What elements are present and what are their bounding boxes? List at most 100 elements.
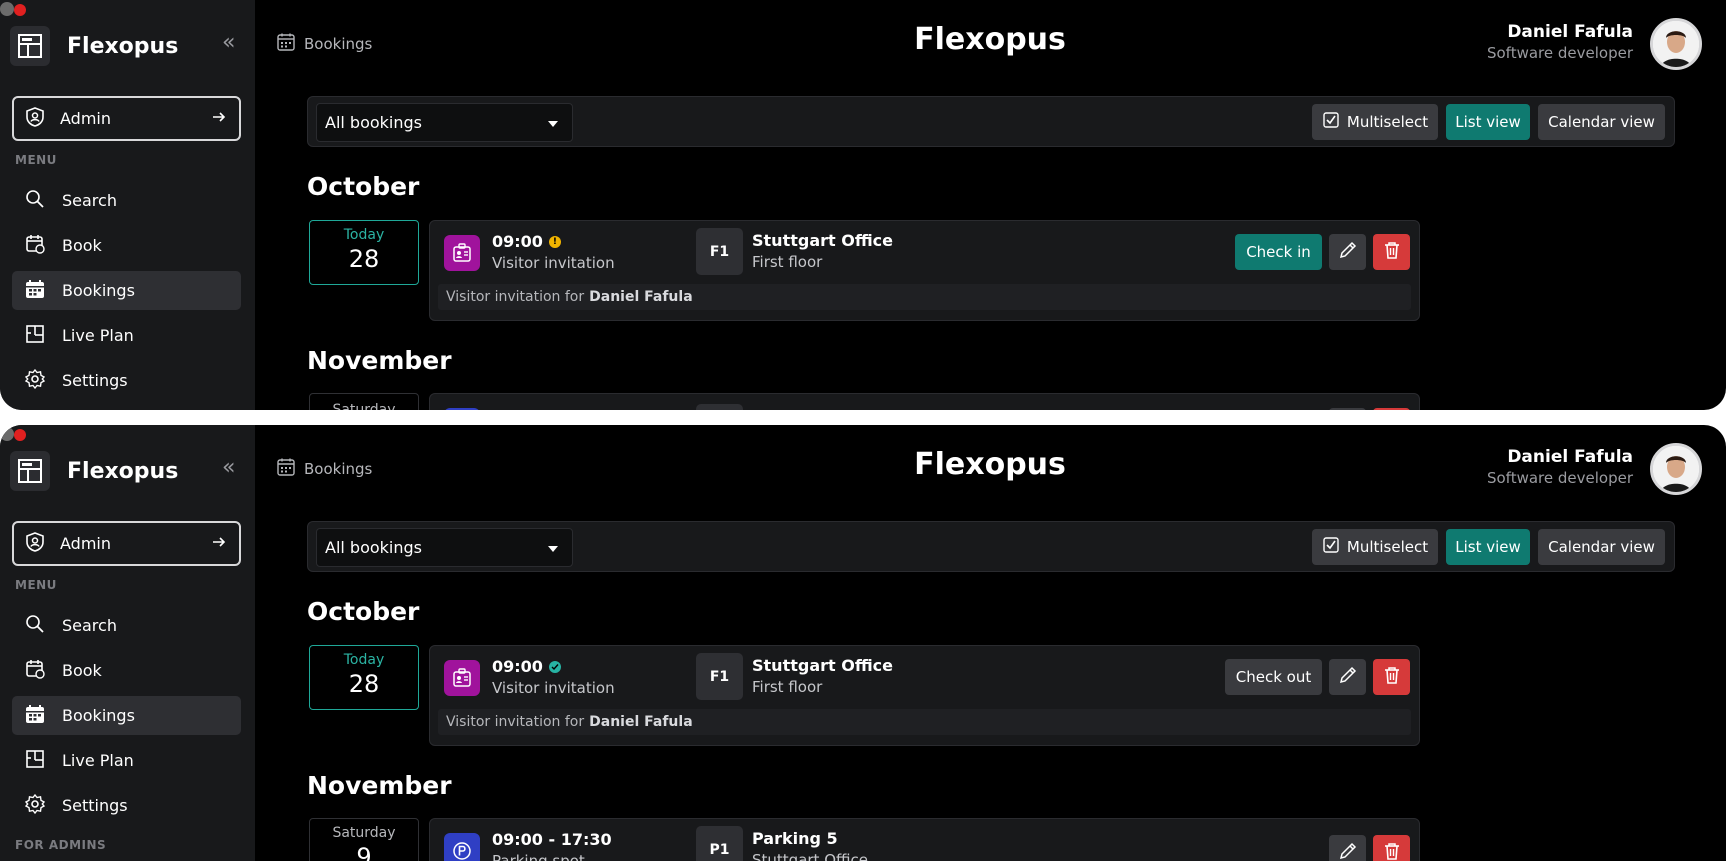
- user-name: Daniel Fafula: [1507, 447, 1633, 467]
- booking-time: 09:00 !: [492, 232, 561, 251]
- breadcrumb[interactable]: Bookings: [276, 457, 372, 481]
- booking-time-text: 09:00: [492, 657, 543, 676]
- sidebar-item-label: Live Plan: [62, 751, 134, 770]
- location-badge: P1: [696, 826, 743, 861]
- booking-card[interactable]: [429, 393, 1420, 410]
- date-number: 28: [348, 670, 380, 698]
- trash-icon: [1382, 665, 1402, 689]
- admin-button[interactable]: Admin: [12, 521, 241, 566]
- gear-icon: [24, 368, 46, 394]
- collapse-sidebar-icon[interactable]: «: [222, 457, 235, 479]
- delete-button[interactable]: [1373, 835, 1410, 861]
- check-out-button[interactable]: Check out: [1225, 659, 1322, 695]
- brand[interactable]: Flexopus: [10, 451, 178, 491]
- filter-value: All bookings: [325, 113, 422, 132]
- edit-button[interactable]: [1329, 408, 1366, 410]
- sidebar-item-label: Search: [62, 191, 117, 210]
- shield-user-icon: [24, 531, 46, 557]
- sidebar-item-live-plan[interactable]: Live Plan: [12, 316, 241, 355]
- user-info[interactable]: Daniel Fafula Software developer: [1487, 22, 1633, 62]
- search-icon: [24, 613, 46, 639]
- location-badge: F1: [696, 228, 743, 275]
- sidebar: Flexopus « Admin MENU Search Book Bookin…: [0, 425, 255, 861]
- sidebar-item-search[interactable]: Search: [12, 181, 241, 220]
- bookings-filter-select[interactable]: All bookings: [316, 528, 573, 567]
- multiselect-button[interactable]: Multiselect: [1312, 529, 1438, 565]
- admin-button[interactable]: Admin: [12, 96, 241, 141]
- chevron-down-icon: [548, 121, 558, 127]
- chevron-down-icon: [548, 546, 558, 552]
- sidebar-item-settings[interactable]: Settings: [12, 786, 241, 825]
- location-name: Parking 5: [752, 829, 838, 848]
- avatar[interactable]: [1650, 18, 1702, 70]
- window-close-dot[interactable]: [14, 429, 26, 441]
- page-title: Flexopus: [914, 447, 1066, 482]
- visitor-badge-icon: [444, 660, 480, 696]
- window-close-dot[interactable]: [14, 4, 26, 16]
- checkbox-icon: [1322, 111, 1340, 133]
- booking-note: Visitor invitation for Daniel Fafula: [438, 284, 1411, 310]
- booking-card[interactable]: 09:00 - 17:30 Parking spot P1 Parking 5 …: [429, 818, 1420, 861]
- arrow-right-icon: [211, 109, 227, 129]
- sidebar-item-label: Live Plan: [62, 326, 134, 345]
- list-view-button[interactable]: List view: [1446, 529, 1530, 565]
- user-info[interactable]: Daniel Fafula Software developer: [1487, 447, 1633, 487]
- breadcrumb-label: Bookings: [304, 460, 373, 478]
- collapse-sidebar-icon[interactable]: «: [222, 32, 235, 54]
- calendar-plus-icon: [24, 233, 46, 259]
- calendar-view-button[interactable]: Calendar view: [1538, 104, 1665, 140]
- avatar[interactable]: [1650, 443, 1702, 495]
- edit-button[interactable]: [1329, 234, 1366, 270]
- edit-button[interactable]: [1329, 659, 1366, 695]
- delete-button[interactable]: [1373, 408, 1410, 410]
- sidebar-item-settings[interactable]: Settings: [12, 361, 241, 400]
- parking-icon: [444, 833, 480, 861]
- app-window-after: Flexopus « Admin MENU Search Book Bookin…: [0, 425, 1726, 861]
- booking-card[interactable]: 09:00 Visitor invitation F1 Stuttgart Of…: [429, 645, 1420, 746]
- sidebar-item-bookings[interactable]: Bookings: [12, 696, 241, 735]
- note-prefix: Visitor invitation for: [446, 289, 585, 305]
- edit-button[interactable]: [1329, 835, 1366, 861]
- sidebar-item-label: Search: [62, 616, 117, 635]
- date-box: Today 28: [309, 645, 419, 710]
- user-name: Daniel Fafula: [1507, 22, 1633, 42]
- check-in-button[interactable]: Check in: [1235, 234, 1322, 270]
- calendar-plus-icon: [24, 658, 46, 684]
- brand-name: Flexopus: [67, 458, 179, 484]
- calendar-view-button[interactable]: Calendar view: [1538, 529, 1665, 565]
- app-window-before: Flexopus « Admin MENU Search Book Bookin…: [0, 0, 1726, 410]
- calendar-outline-icon: [276, 32, 296, 56]
- sidebar-item-book[interactable]: Book: [12, 651, 241, 690]
- calendar-outline-icon: [276, 457, 296, 481]
- checkbox-icon: [1322, 536, 1340, 558]
- brand[interactable]: Flexopus: [10, 26, 178, 66]
- sidebar-item-search[interactable]: Search: [12, 606, 241, 645]
- breadcrumb[interactable]: Bookings: [276, 32, 372, 56]
- sidebar-item-label: Settings: [62, 796, 128, 815]
- delete-button[interactable]: [1373, 234, 1410, 270]
- delete-button[interactable]: [1373, 659, 1410, 695]
- sidebar-item-live-plan[interactable]: Live Plan: [12, 741, 241, 780]
- date-box: Today 28: [309, 220, 419, 285]
- admin-label: Admin: [60, 534, 111, 553]
- booking-time: 09:00: [492, 657, 561, 676]
- breadcrumb-label: Bookings: [304, 35, 373, 53]
- flexopus-logo-icon: [10, 451, 50, 491]
- check-circle-icon: [548, 660, 561, 673]
- pencil-icon: [1338, 240, 1358, 264]
- multiselect-button[interactable]: Multiselect: [1312, 104, 1438, 140]
- bookings-filter-select[interactable]: All bookings: [316, 103, 573, 142]
- date-weekday: Today: [343, 652, 385, 668]
- date-number: 9: [356, 843, 372, 861]
- list-view-button[interactable]: List view: [1446, 104, 1530, 140]
- booking-card[interactable]: 09:00 ! Visitor invitation F1 Stuttgart …: [429, 220, 1420, 321]
- warning-icon: !: [548, 235, 561, 248]
- user-role: Software developer: [1486, 44, 1633, 62]
- location-name: Stuttgart Office: [752, 656, 893, 675]
- floorplan-icon: [24, 323, 46, 349]
- sidebar-item-bookings[interactable]: Bookings: [12, 271, 241, 310]
- location-badge: F1: [696, 653, 743, 700]
- date-weekday: Saturday: [332, 402, 396, 410]
- note-name: Daniel Fafula: [589, 714, 693, 730]
- sidebar-item-book[interactable]: Book: [12, 226, 241, 265]
